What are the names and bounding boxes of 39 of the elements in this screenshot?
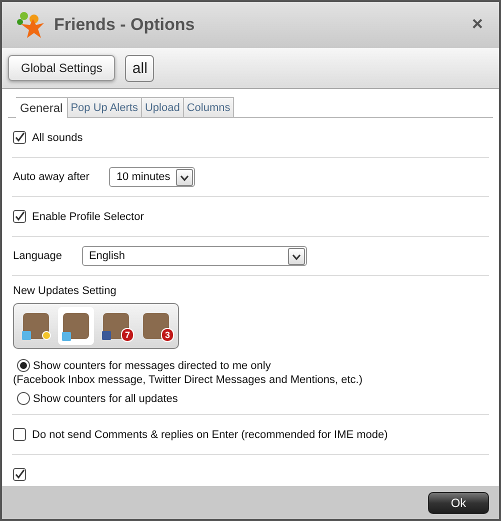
radio-label: Show counters for messages directed to me only	[33, 360, 271, 372]
ok-button[interactable]: Ok	[428, 492, 489, 514]
checkbox[interactable]	[13, 428, 26, 441]
avatar-placeholder	[63, 313, 89, 339]
field-label: Auto away after	[13, 171, 90, 183]
field-label: Language	[13, 250, 62, 262]
checkbox[interactable]	[13, 468, 26, 481]
dropdown[interactable]: English	[82, 246, 307, 266]
checkbox-label: Enable Profile Selector	[32, 210, 144, 222]
toolbar-button[interactable]: all	[125, 54, 154, 82]
avatar-button[interactable]: 7	[98, 308, 134, 344]
toolbar-button[interactable]: Global Settings	[8, 55, 116, 81]
caret-icon	[288, 248, 305, 264]
count-badge: 7	[120, 328, 134, 342]
radio-label: Show counters for all updates	[33, 392, 178, 404]
checkbox-label: Do not send Comments & replies on Enter (recommended for IME mode)	[32, 428, 388, 440]
network-icon	[62, 332, 71, 341]
section-label: New Updates Setting	[13, 285, 118, 297]
checkbox[interactable]	[13, 210, 26, 223]
close-button[interactable]: ×	[470, 14, 485, 36]
count-badge: 3	[160, 328, 174, 342]
checkbox-label: All sounds	[32, 132, 83, 144]
radio-button[interactable]	[17, 359, 30, 372]
avatar-placeholder	[143, 313, 169, 339]
network-icon	[22, 331, 31, 340]
tab[interactable]: Upload	[142, 97, 184, 117]
tab[interactable]: Columns	[184, 97, 234, 117]
option-note: (Facebook Inbox message, Twitter Direct Messages and Mentions, etc.)	[13, 374, 364, 386]
dropdown[interactable]: 10 minutes	[109, 167, 196, 187]
network-icon	[102, 331, 111, 340]
caret-icon	[176, 168, 194, 186]
checkbox[interactable]	[13, 131, 26, 144]
logo-icon	[16, 10, 46, 40]
avatar-button[interactable]: 3	[138, 308, 174, 344]
window-title: Friends - Options	[54, 15, 196, 35]
tab[interactable]: Pop Up Alerts	[68, 97, 142, 117]
radio-button[interactable]	[17, 392, 30, 405]
tab[interactable]: General	[16, 97, 68, 118]
avatar-button[interactable]	[58, 307, 94, 345]
